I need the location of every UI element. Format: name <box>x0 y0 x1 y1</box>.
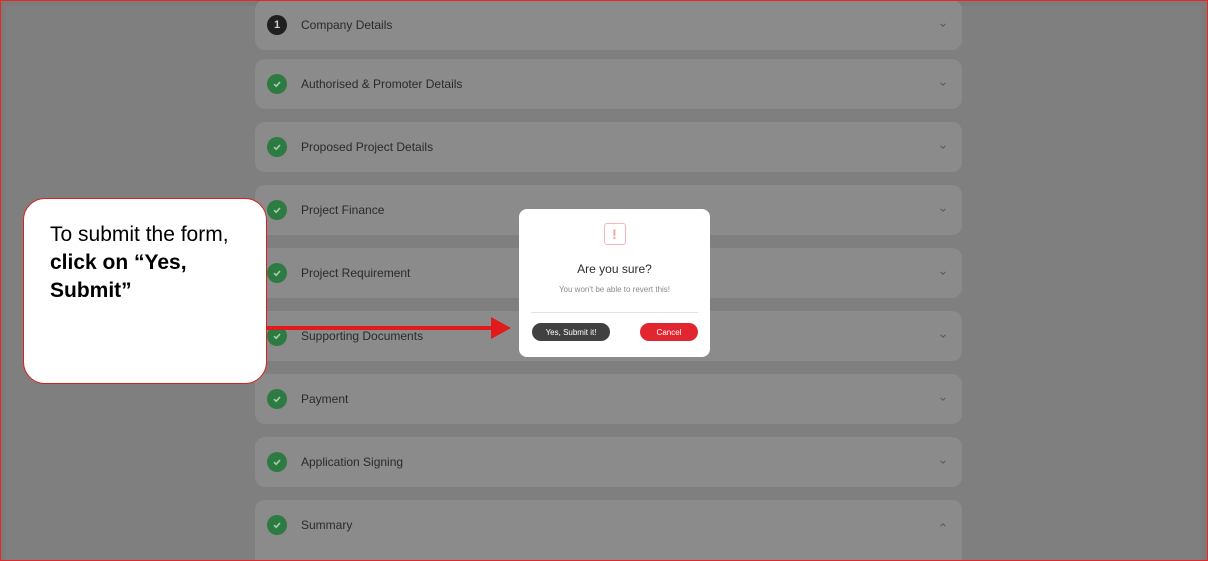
instruction-callout: To submit the form, click on “Yes, Submi… <box>23 198 267 384</box>
dialog-divider <box>531 312 698 313</box>
accordion-label: Application Signing <box>301 455 404 469</box>
accordion-label: Project Requirement <box>301 266 411 280</box>
check-icon <box>267 452 287 472</box>
chevron-down-icon[interactable] <box>938 79 948 89</box>
confirm-dialog: ! Are you sure? You won't be able to rev… <box>519 209 710 357</box>
accordion-label: Payment <box>301 392 349 406</box>
check-icon <box>267 200 287 220</box>
chevron-down-icon[interactable] <box>938 268 948 278</box>
accordion-summary[interactable]: Summary <box>255 500 962 560</box>
chevron-down-icon[interactable] <box>938 142 948 152</box>
screenshot-frame: 1 Company Details Authorised & Promoter … <box>0 0 1208 561</box>
cancel-button[interactable]: Cancel <box>640 323 698 341</box>
step-number-badge: 1 <box>267 15 287 35</box>
accordion-company-details[interactable]: 1 Company Details <box>255 1 962 50</box>
check-icon <box>267 74 287 94</box>
accordion-label: Company Details <box>301 18 393 32</box>
callout-text: To submit the form, <box>50 223 229 246</box>
check-icon <box>267 515 287 535</box>
dialog-title: Are you sure? <box>577 262 652 276</box>
accordion-label: Authorised & Promoter Details <box>301 77 463 91</box>
accordion-label: Summary <box>301 518 353 532</box>
chevron-down-icon[interactable] <box>938 20 948 30</box>
accordion-authorised-promoter-details[interactable]: Authorised & Promoter Details <box>255 59 962 109</box>
chevron-down-icon[interactable] <box>938 205 948 215</box>
callout-bold-text: click on “Yes, Submit” <box>50 251 187 302</box>
arrow-right-icon <box>491 317 511 339</box>
accordion-payment[interactable]: Payment <box>255 374 962 424</box>
arrow-line <box>266 326 495 330</box>
accordion-label: Supporting Documents <box>301 329 424 343</box>
chevron-down-icon[interactable] <box>938 457 948 467</box>
chevron-down-icon[interactable] <box>938 394 948 404</box>
check-icon <box>267 389 287 409</box>
exclamation-icon: ! <box>603 223 626 245</box>
chevron-down-icon[interactable] <box>938 331 948 341</box>
confirm-submit-button[interactable]: Yes, Submit it! <box>532 323 610 341</box>
accordion-label: Project Finance <box>301 203 385 217</box>
chevron-up-icon[interactable] <box>938 520 948 530</box>
dialog-message: You won't be able to revert this! <box>558 285 671 294</box>
accordion-proposed-project-details[interactable]: Proposed Project Details <box>255 122 962 172</box>
accordion-label: Proposed Project Details <box>301 140 434 154</box>
check-icon <box>267 137 287 157</box>
check-icon <box>267 263 287 283</box>
accordion-application-signing[interactable]: Application Signing <box>255 437 962 487</box>
